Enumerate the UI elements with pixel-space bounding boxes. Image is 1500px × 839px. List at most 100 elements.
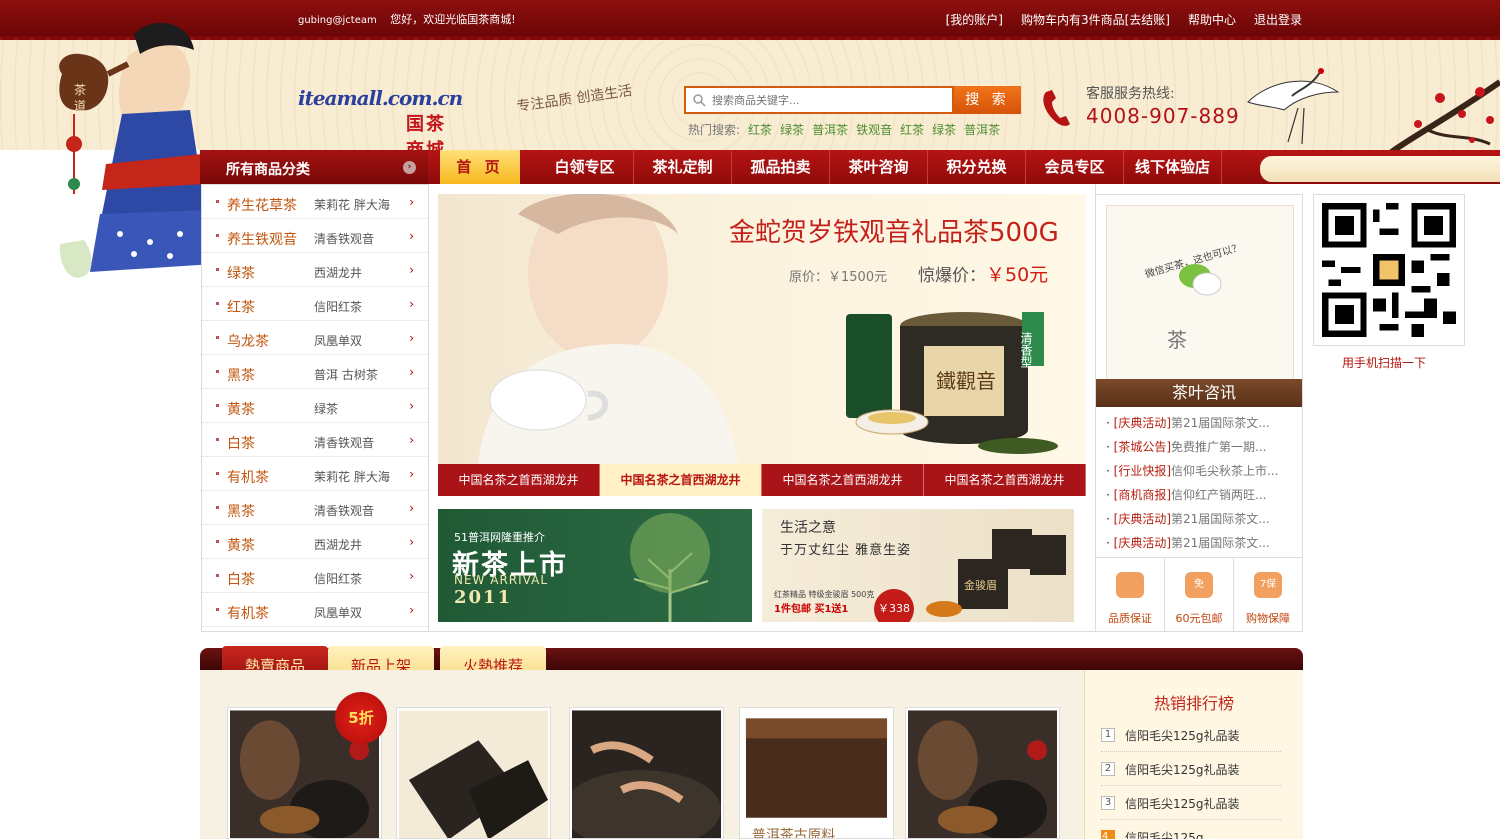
category-sub[interactable]: 清香铁观音 xyxy=(314,502,374,519)
category-sub[interactable]: 清香铁观音 xyxy=(314,434,374,451)
all-categories-header[interactable]: 所有商品分类 › xyxy=(200,150,428,184)
cart-link[interactable]: 购物车内有3件商品[去结账] xyxy=(1021,11,1170,28)
chevron-right-icon: › xyxy=(409,195,414,209)
category-sub[interactable]: 普洱 古树茶 xyxy=(314,366,378,383)
chevron-right-icon: › xyxy=(409,297,414,311)
ranking-item[interactable]: 2 信阳毛尖125g礼品装 xyxy=(1101,756,1281,786)
slide-tab[interactable]: 中国名茶之首西湖龙井 xyxy=(924,464,1086,496)
news-item[interactable]: · [行业快报]信仰毛尖秋茶上市... xyxy=(1106,459,1296,483)
category-item[interactable]: 黄茶 绿茶 › xyxy=(202,389,428,423)
hot-keyword[interactable]: 绿茶 xyxy=(780,121,804,138)
ranking-item[interactable]: 4 信阳毛尖125g... xyxy=(1101,824,1281,839)
product-card[interactable]: 普洱茶古原料 xyxy=(739,707,894,839)
truck-icon: 免 xyxy=(1185,572,1213,598)
news-item[interactable]: · [商机商报]信仰红产销两旺... xyxy=(1106,483,1296,507)
news-tag: [商机商报] xyxy=(1113,488,1172,502)
guarantee-shopping[interactable]: 7保 购物保障 xyxy=(1234,558,1302,631)
category-item[interactable]: 养生铁观音 清香铁观音 › xyxy=(202,219,428,253)
product-card[interactable] xyxy=(569,707,724,839)
category-sub[interactable]: 凤凰单双 xyxy=(314,604,362,621)
news-item[interactable]: · [庆典活动]第21届国际茶文... xyxy=(1106,411,1296,435)
category-sub[interactable]: 信阳红茶 xyxy=(314,298,362,315)
category-item[interactable]: 白茶 清香铁观音 › xyxy=(202,423,428,457)
nav-tea-info[interactable]: 茶叶咨询 xyxy=(830,150,928,184)
nav-auction[interactable]: 孤品拍卖 xyxy=(732,150,830,184)
news-item[interactable]: · [茶城公告]免费推广第一期... xyxy=(1106,435,1296,459)
category-sub[interactable]: 信阳红茶 xyxy=(314,570,362,587)
logo-text-en: iteamall xyxy=(298,86,383,110)
category-item[interactable]: 红茶 信阳红茶 › xyxy=(202,287,428,321)
promo-new-arrival[interactable]: 51普洱网隆重推介 新茶上市 NEW ARRIVAL 2011 xyxy=(438,509,752,622)
category-item[interactable]: 养生花草茶 茉莉花 胖大海 › xyxy=(202,185,428,219)
hot-keyword[interactable]: 普洱茶 xyxy=(812,121,848,138)
help-link[interactable]: 帮助中心 xyxy=(1188,11,1236,28)
nav-home[interactable]: 首 页 xyxy=(440,150,520,184)
hot-keyword[interactable]: 铁观音 xyxy=(856,121,892,138)
search-button[interactable]: 搜 索 xyxy=(954,86,1021,114)
category-sub[interactable]: 西湖龙井 xyxy=(314,536,362,553)
hot-keyword[interactable]: 红茶 xyxy=(748,121,772,138)
slide-tab-active[interactable]: 中国名茶之首西湖龙井 xyxy=(600,464,762,496)
category-item[interactable]: 绿茶 西湖龙井 › xyxy=(202,253,428,287)
can-label-2: 清香型 xyxy=(1019,332,1033,368)
promo-jinjunmei[interactable]: 金骏眉 生活之意 于万丈红尘 雅意生姿 红茶精品 特级金骏眉 500克 1件包邮… xyxy=(762,509,1074,622)
nav-points-exchange[interactable]: 积分兑换 xyxy=(928,150,1026,184)
ranking-item[interactable]: 1 信阳毛尖125g礼品装 xyxy=(1101,722,1281,752)
category-sub[interactable]: 茉莉花 胖大海 xyxy=(314,468,390,485)
category-sub[interactable]: 绿茶 xyxy=(314,400,338,417)
guarantee-free-shipping[interactable]: 免 60元包邮 xyxy=(1165,558,1234,631)
category-sub[interactable]: 西湖龙井 xyxy=(314,264,362,281)
category-item[interactable]: 有机茶 茉莉花 胖大海 › xyxy=(202,457,428,491)
slide-tab[interactable]: 中国名茶之首西湖龙井 xyxy=(438,464,600,496)
nav-gift-custom[interactable]: 茶礼定制 xyxy=(634,150,732,184)
product-card[interactable] xyxy=(396,707,551,839)
rank-title: 信阳毛尖125g礼品装 xyxy=(1125,763,1240,777)
can-label: 金骏眉 xyxy=(964,578,997,592)
hot-keyword[interactable]: 普洱茶 xyxy=(964,121,1000,138)
news-tag: [庆典活动] xyxy=(1113,416,1172,430)
top-links: [我的账户] 购物车内有3件商品[去结账] 帮助中心 退出登录 xyxy=(946,11,1302,28)
hero-banner[interactable]: 鐵觀音 清香型 金蛇贺岁铁观音礼品茶500G 原价：￥1500元 惊爆价：￥50… xyxy=(438,194,1086,496)
logout-link[interactable]: 退出登录 xyxy=(1254,11,1302,28)
category-item[interactable]: 白茶 信阳红茶 › xyxy=(202,559,428,593)
heroine-teapot-illustration: 茶 道 xyxy=(59,22,214,278)
nav-white-collar[interactable]: 白领专区 xyxy=(536,150,634,184)
hot-keyword[interactable]: 绿茶 xyxy=(932,121,956,138)
category-item[interactable]: 黑茶 清香铁观音 › xyxy=(202,491,428,525)
category-sub[interactable]: 茉莉花 胖大海 xyxy=(314,196,390,213)
search-input[interactable] xyxy=(712,91,942,109)
category-sub[interactable]: 凤凰单双 xyxy=(314,332,362,349)
nav-offline-store[interactable]: 线下体验店 xyxy=(1124,150,1222,184)
chevron-right-icon: › xyxy=(409,501,414,515)
category-name: 养生花草茶 xyxy=(227,198,297,214)
news-tag: [行业快报] xyxy=(1113,464,1172,478)
category-item[interactable]: 黄茶 西湖龙井 › xyxy=(202,525,428,559)
guarantee-label: 品质保证 xyxy=(1108,612,1152,625)
nav-members[interactable]: 会员专区 xyxy=(1026,150,1124,184)
category-sub[interactable]: 清香铁观音 xyxy=(314,230,374,247)
wechat-promo[interactable]: 微信买茶，这也可以？ 茶 xyxy=(1106,205,1294,401)
rank-number: 3 xyxy=(1101,796,1115,810)
category-item[interactable]: 有机茶 凤凰单双 › xyxy=(202,593,428,627)
hot-keyword[interactable]: 红茶 xyxy=(900,121,924,138)
banner-deal: 惊爆价：￥50元 xyxy=(918,260,1048,287)
hot-searches: 热门搜索: 红茶 绿茶 普洱茶 铁观音 红茶 绿茶 普洱茶 xyxy=(688,121,1000,138)
product-image: 普洱茶古原料 xyxy=(742,710,891,838)
guarantee-quality[interactable]: 品质保证 xyxy=(1096,558,1165,631)
site-logo[interactable]: iteamall.com.cn 国茶商城 xyxy=(298,78,463,161)
slide-tab[interactable]: 中国名茶之首西湖龙井 xyxy=(762,464,924,496)
category-item[interactable]: 黑茶 普洱 古树茶 › xyxy=(202,355,428,389)
rank-title: 信阳毛尖125g... xyxy=(1125,831,1215,839)
category-item[interactable]: 乌龙茶 凤凰单双 › xyxy=(202,321,428,355)
search-box xyxy=(684,86,954,114)
discount-badge: 5折 xyxy=(335,692,387,744)
product-image xyxy=(908,710,1057,838)
news-text: 第21届国际茶文... xyxy=(1171,416,1270,430)
news-item[interactable]: · [庆典活动]第21届国际茶文... xyxy=(1106,531,1296,555)
guarantee-label: 购物保障 xyxy=(1246,612,1290,625)
ranking-item[interactable]: 3 信阳毛尖125g礼品装 xyxy=(1101,790,1281,820)
service-guarantees: 品质保证 免 60元包邮 7保 购物保障 xyxy=(1096,557,1302,631)
news-item[interactable]: · [庆典活动]第21届国际茶文... xyxy=(1106,507,1296,531)
product-card[interactable] xyxy=(905,707,1060,839)
my-account-link[interactable]: [我的账户] xyxy=(946,11,1003,28)
